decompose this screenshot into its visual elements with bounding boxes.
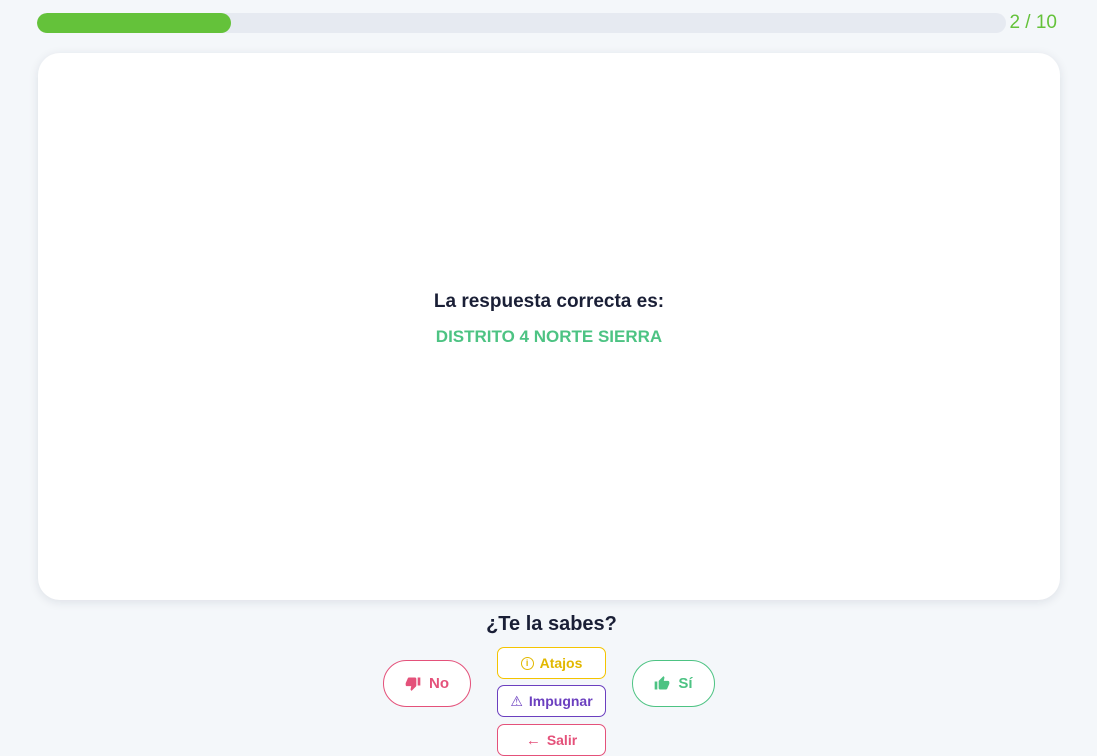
thumbs-up-icon — [654, 675, 670, 692]
arrow-left-icon: ← — [525, 731, 541, 749]
atajos-button[interactable]: i Atajos — [497, 647, 606, 679]
salir-button[interactable]: ← Salir — [497, 724, 606, 756]
info-icon: i — [520, 656, 534, 670]
salir-button-label: Salir — [546, 732, 578, 748]
answer-label: La respuesta correcta es: — [433, 291, 665, 312]
yes-button[interactable]: Sí — [632, 660, 715, 707]
impugnar-button-label: Impugnar — [528, 693, 593, 709]
no-button[interactable]: No — [383, 660, 471, 707]
progress-fill — [37, 13, 231, 33]
self-assessment-prompt: ¿Te la sabes? — [486, 613, 617, 635]
progress-row: 2 / 10 — [37, 12, 1061, 34]
warning-icon: ⚠ — [510, 692, 523, 709]
flashcard: La respuesta correcta es: DISTRITO 4 NOR… — [38, 53, 1060, 600]
yes-button-label: Sí — [678, 675, 693, 692]
answer-value: DISTRITO 4 NORTE SIERRA — [435, 327, 663, 346]
atajos-button-label: Atajos — [539, 655, 583, 671]
impugnar-button[interactable]: ⚠ Impugnar — [497, 685, 606, 717]
no-button-label: No — [429, 675, 449, 692]
progress-counter: 2 / 10 — [1009, 12, 1057, 33]
progress-bar — [37, 13, 1006, 33]
thumbs-down-icon — [405, 675, 421, 692]
